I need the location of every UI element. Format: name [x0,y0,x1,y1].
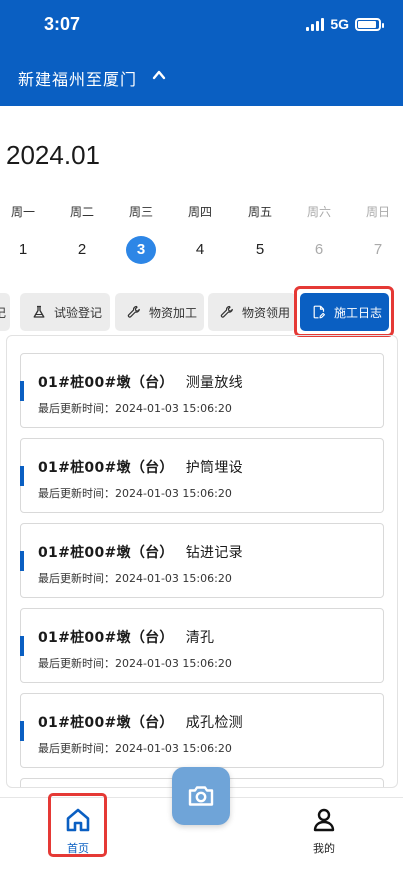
tab-label: 物资领用 [242,305,291,320]
wrench-icon [220,305,233,318]
record-card[interactable]: 01#桩00#墩（台） 钻进记录 最后更新时间：2024-01-03 15:06:… [20,523,384,598]
record-accent-bar [20,381,24,401]
updated-time: 2024-01-03 15:06:20 [115,572,232,585]
record-task: 测量放线 [185,375,243,391]
record-task: 护筒埋设 [185,460,243,476]
chevron-up-icon[interactable] [152,68,166,82]
record-title: 01#桩00#墩（台） 护筒埋设 [38,457,243,477]
record-updated: 最后更新时间：2024-01-03 15:06:20 [38,655,232,671]
weekday-label: 周二 [69,205,94,219]
day-number[interactable]: 7 [358,236,398,264]
day-cell[interactable]: 周一 1 [3,203,43,264]
tab-label: 试验登记 [54,305,103,320]
wrench-icon [127,305,140,318]
day-cell[interactable]: 周二 2 [62,203,102,264]
weekday-label: 周三 [128,205,153,219]
signal-icon [306,17,325,31]
day-number[interactable]: 4 [180,236,220,264]
weekday-label: 周日 [365,205,390,219]
day-cell[interactable]: 周六 6 [299,203,339,264]
status-time: 3:07 [44,14,81,34]
record-task: 钻进记录 [185,545,243,561]
updated-label: 最后更新时间： [38,487,115,500]
record-task: 清孔 [185,630,215,646]
updated-time: 2024-01-03 15:06:20 [115,402,232,415]
record-updated: 最后更新时间：2024-01-03 15:06:20 [38,570,232,586]
tab-partial-register[interactable]: 记 [0,293,10,331]
nav-mine-label: 我的 [313,842,335,855]
record-title: 01#桩00#墩（台） 清孔 [38,627,214,647]
weekday-label: 周六 [306,205,331,219]
record-list: 01#桩00#墩（台） 测量放线 最后更新时间：2024-01-03 15:06:… [6,335,398,788]
weekday-label: 周一 [10,205,35,219]
record-location: 01#桩00#墩（台） [38,460,174,476]
record-location: 01#桩00#墩（台） [38,630,174,646]
weekday-label: 周五 [247,205,272,219]
status-indicators: 5G [306,16,384,32]
day-cell[interactable]: 周三 3 [121,203,161,264]
day-cell[interactable]: 周四 4 [180,203,220,264]
updated-time: 2024-01-03 15:06:20 [115,487,232,500]
highlight-frame-home [48,793,107,857]
record-updated: 最后更新时间：2024-01-03 15:06:20 [38,740,232,756]
calendar-month: 2024.01 [6,140,100,170]
highlight-frame-construction-log [294,286,394,337]
tab-label: 物资加工 [149,305,198,320]
record-card[interactable]: 01#桩00#墩（台） 清孔 最后更新时间：2024-01-03 15:06:20 [20,608,384,683]
tab-test-register[interactable]: 试验登记 [20,293,110,331]
record-location: 01#桩00#墩（台） [38,545,174,561]
project-selector-title[interactable]: 新建福州至厦门 [18,66,137,90]
record-card[interactable]: 01#桩00#墩（台） 测量放线 最后更新时间：2024-01-03 15:06:… [20,353,384,428]
record-location: 01#桩00#墩（台） [38,375,174,391]
battery-icon [355,17,384,31]
record-card[interactable]: 01#桩00#墩（台） 成孔检测 最后更新时间：2024-01-03 15:06:… [20,693,384,768]
day-number[interactable]: 3 [126,236,156,264]
tab-material-processing[interactable]: 物资加工 [115,293,204,331]
record-task: 成孔检测 [185,715,243,731]
weekday-label: 周四 [187,205,212,219]
updated-time: 2024-01-03 15:06:20 [115,742,232,755]
record-accent-bar [20,721,24,741]
updated-label: 最后更新时间： [38,742,115,755]
app-header: 3:07 5G 新建福州至厦门 [0,0,403,106]
day-number[interactable]: 5 [240,236,280,264]
day-cell[interactable]: 周五 5 [240,203,280,264]
record-location: 01#桩00#墩（台） [38,715,174,731]
day-number[interactable]: 1 [3,236,43,264]
record-updated: 最后更新时间：2024-01-03 15:06:20 [38,485,232,501]
record-accent-bar [20,466,24,486]
record-title: 01#桩00#墩（台） 测量放线 [38,372,243,392]
tab-material-usage[interactable]: 物资领用 [208,293,296,331]
record-title: 01#桩00#墩（台） 成孔检测 [38,712,243,732]
record-card[interactable]: 01#桩00#墩（台） 护筒埋设 最后更新时间：2024-01-03 15:06:… [20,438,384,513]
record-accent-bar [20,551,24,571]
network-type: 5G [330,16,349,32]
tab-label: 记 [0,305,7,320]
record-accent-bar [20,636,24,656]
user-icon [313,808,335,832]
record-title: 01#桩00#墩（台） 钻进记录 [38,542,243,562]
updated-time: 2024-01-03 15:06:20 [115,657,232,670]
nav-mine[interactable]: 我的 [302,806,346,858]
day-number[interactable]: 2 [62,236,102,264]
flask-icon [33,305,45,318]
record-updated: 最后更新时间：2024-01-03 15:06:20 [38,400,232,416]
camera-button[interactable] [172,767,230,825]
updated-label: 最后更新时间： [38,572,115,585]
camera-icon [188,786,214,806]
updated-label: 最后更新时间： [38,402,115,415]
day-cell[interactable]: 周日 7 [358,203,398,264]
updated-label: 最后更新时间： [38,657,115,670]
day-number[interactable]: 6 [299,236,339,264]
